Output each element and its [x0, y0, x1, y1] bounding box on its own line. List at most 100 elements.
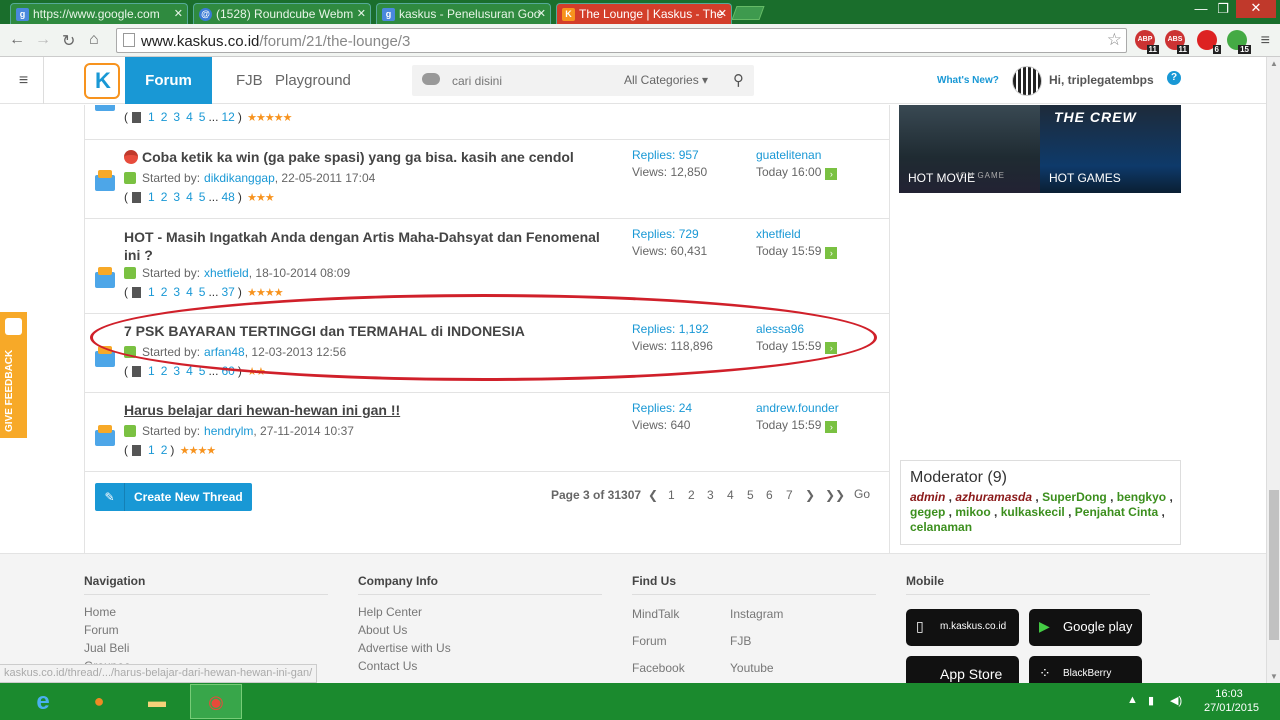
- extension-icon[interactable]: 6: [1197, 30, 1221, 54]
- kaskus-icon: K: [562, 8, 575, 21]
- last-page-icon[interactable]: ❯❯: [825, 488, 845, 502]
- thread-icon: [95, 425, 115, 446]
- whats-new-link[interactable]: What's New?: [937, 75, 999, 86]
- help-icon[interactable]: ?: [1167, 71, 1181, 85]
- extension-icon[interactable]: 15: [1227, 30, 1251, 54]
- blackberry-button[interactable]: ⁘ BlackBerry: [1029, 656, 1142, 683]
- close-tab-icon[interactable]: ✕: [718, 7, 727, 20]
- user-greeting[interactable]: Hi, triplegatembps: [1049, 73, 1154, 87]
- google-icon: g: [16, 8, 29, 21]
- chat-icon[interactable]: [422, 73, 440, 85]
- hot-thread-icon: [124, 150, 138, 164]
- browser-tab-search[interactable]: g kaskus - Penelusuran Goo ✕: [376, 3, 551, 24]
- chrome-menu-icon[interactable]: ≡: [1261, 32, 1270, 50]
- adblock-icon[interactable]: ABP 11: [1135, 30, 1159, 54]
- firefox-icon[interactable]: ●: [73, 684, 125, 719]
- category-select[interactable]: All Categories ▾: [624, 73, 708, 87]
- chrome-icon[interactable]: ◉: [190, 684, 242, 719]
- pages-icon: [132, 112, 141, 123]
- mobile-site-button[interactable]: ▯ m.kaskus.co.id: [906, 609, 1019, 646]
- blackberry-icon: ⁘: [1039, 665, 1051, 681]
- page-link[interactable]: 5: [747, 488, 754, 502]
- bookmark-star-icon[interactable]: ☆: [1107, 30, 1122, 50]
- hot-games-tile[interactable]: THE CREW HOT GAMES: [1040, 105, 1181, 193]
- file-explorer-icon[interactable]: ▬: [131, 684, 183, 719]
- footer-link[interactable]: Forum: [632, 634, 667, 648]
- reload-icon[interactable]: ↻: [62, 31, 75, 51]
- goto-last-post-icon[interactable]: ›: [825, 421, 838, 433]
- system-clock[interactable]: 16:03 27/01/2015: [1204, 687, 1259, 715]
- avatar[interactable]: [1012, 66, 1042, 96]
- nav-playground[interactable]: Playground: [275, 57, 351, 104]
- adblock-shield-icon[interactable]: ABS 11: [1165, 30, 1189, 54]
- thread-started: Started by: hendrylm, 27-11-2014 10:37: [124, 424, 354, 438]
- scrollbar-thumb[interactable]: [1269, 490, 1279, 640]
- footer-link[interactable]: MindTalk: [632, 607, 679, 621]
- goto-last-post-icon[interactable]: ›: [825, 247, 838, 259]
- thread-title[interactable]: HOT - Masih Ingatkah Anda dengan Artis M…: [124, 228, 620, 264]
- thread-icon: [95, 105, 115, 111]
- google-icon: g: [382, 8, 395, 21]
- close-tab-icon[interactable]: ✕: [174, 7, 183, 20]
- thread-title[interactable]: Harus belajar dari hewan-hewan ini gan !…: [124, 401, 620, 419]
- footer-link[interactable]: Instagram: [730, 607, 783, 621]
- page-link[interactable]: 4: [727, 488, 734, 502]
- footer-link[interactable]: Facebook: [632, 661, 685, 675]
- next-page-icon[interactable]: ❯: [805, 488, 815, 502]
- page-scrollbar[interactable]: ▲ ▼: [1266, 57, 1280, 683]
- search-input[interactable]: [452, 71, 612, 90]
- go-button[interactable]: Go: [854, 487, 870, 501]
- close-window-icon[interactable]: ✕: [1236, 0, 1276, 18]
- browser-tab-lounge[interactable]: K The Lounge | Kaskus - The ✕: [556, 3, 732, 24]
- forward-arrow-icon[interactable]: →: [35, 31, 51, 49]
- tray-arrow-icon[interactable]: ▲: [1127, 694, 1138, 706]
- hot-movie-tile[interactable]: ION GAME HOT MOVIE: [899, 105, 1040, 193]
- home-icon[interactable]: ⌂: [89, 31, 99, 49]
- browser-tabstrip: g https://www.google.com ✕ @ (1528) Roun…: [0, 0, 1280, 24]
- thread-stats: Replies: 24 Views: 640: [632, 401, 693, 432]
- internet-explorer-icon[interactable]: e: [17, 684, 69, 719]
- scroll-down-icon[interactable]: ▼: [1270, 672, 1278, 681]
- thread-icon: [95, 267, 115, 288]
- footer-link[interactable]: FJB: [730, 634, 751, 648]
- annotation-ellipse: [90, 294, 877, 381]
- scroll-up-icon[interactable]: ▲: [1270, 59, 1278, 68]
- moderator-box: Moderator (9) admin , azhuramasda , Supe…: [900, 460, 1181, 545]
- give-feedback-tab[interactable]: GIVE FEEDBACK: [0, 312, 27, 438]
- rating-stars: ★★★: [247, 192, 275, 204]
- create-new-thread-button[interactable]: ✎ Create New Thread: [95, 483, 252, 511]
- browser-tab-google[interactable]: g https://www.google.com ✕: [10, 3, 188, 24]
- moderator-title: Moderator (9): [910, 469, 1007, 486]
- nav-forum[interactable]: Forum: [125, 57, 212, 104]
- kaskus-logo[interactable]: [84, 63, 120, 99]
- hamburger-menu-icon[interactable]: ≡: [4, 57, 44, 104]
- page-link[interactable]: 7: [786, 488, 793, 502]
- thread-title[interactable]: Coba ketik ka win (ga pake spasi) yang g…: [124, 148, 620, 166]
- page-link[interactable]: 6: [766, 488, 773, 502]
- footer-navigation: Navigation Home Forum Jual Beli Groupee: [84, 574, 328, 675]
- signal-icon[interactable]: ▮: [1148, 694, 1154, 707]
- back-arrow-icon[interactable]: ←: [9, 31, 25, 49]
- prev-page-icon[interactable]: ❮: [648, 488, 658, 502]
- nav-fjb[interactable]: FJB: [236, 57, 263, 104]
- page-link-current[interactable]: 3: [707, 488, 714, 502]
- browser-tab-roundcube[interactable]: @ (1528) Roundcube Webm ✕: [193, 3, 371, 24]
- google-play-button[interactable]: ▶ Google play: [1029, 609, 1142, 646]
- check-icon: [124, 267, 136, 279]
- page-link[interactable]: 2: [688, 488, 695, 502]
- restore-icon[interactable]: ❐: [1210, 1, 1236, 17]
- volume-icon[interactable]: ◀): [1170, 694, 1182, 707]
- app-store-button[interactable]: App Store: [906, 656, 1019, 683]
- footer-company: Company Info Help Center About Us Advert…: [358, 574, 602, 675]
- new-tab-button[interactable]: [731, 6, 765, 20]
- close-tab-icon[interactable]: ✕: [537, 7, 546, 20]
- goto-last-post-icon[interactable]: ›: [825, 168, 838, 180]
- footer-link[interactable]: Youtube: [730, 661, 774, 675]
- search-icon[interactable]: ⚲: [733, 71, 744, 89]
- address-url[interactable]: www.kaskus.co.id/forum/21/the-lounge/3: [141, 33, 410, 50]
- page-link[interactable]: 1: [668, 488, 675, 502]
- check-icon: [124, 425, 136, 437]
- address-bar[interactable]: www.kaskus.co.id/forum/21/the-lounge/3 ☆: [116, 28, 1127, 53]
- close-tab-icon[interactable]: ✕: [357, 7, 366, 20]
- thread-pages: (1 2) ★★★★: [124, 443, 216, 457]
